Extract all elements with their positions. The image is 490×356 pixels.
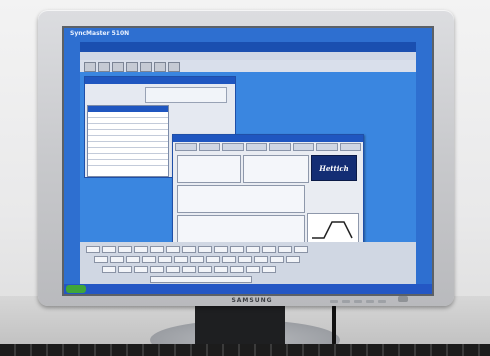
- key: [246, 246, 260, 253]
- window-titlebar: [80, 42, 416, 52]
- spacebar-key: [150, 276, 252, 283]
- key: [102, 246, 116, 253]
- monitor-control-button: [354, 300, 362, 303]
- monitor-control-button: [366, 300, 374, 303]
- key: [230, 246, 244, 253]
- photo: Hettich SyncMaster 510N SAMSUNG: [0, 0, 490, 356]
- settings-dialog: Hettich: [172, 134, 364, 254]
- dialog-tab: [339, 143, 361, 151]
- field-group: [177, 185, 305, 213]
- toolbar-button: [140, 62, 152, 72]
- table-row: [88, 160, 168, 166]
- key: [238, 256, 252, 263]
- start-button: [66, 285, 86, 293]
- monitor-screen: Hettich: [62, 26, 434, 296]
- data-table: [87, 105, 169, 177]
- key: [150, 266, 164, 273]
- key: [86, 246, 100, 253]
- power-button: [398, 296, 408, 302]
- key: [294, 246, 308, 253]
- field-group: [243, 155, 309, 183]
- toolbar-button: [84, 62, 96, 72]
- monitor-control-button: [330, 300, 338, 303]
- key: [166, 246, 180, 253]
- key: [94, 256, 108, 263]
- monitor-brand: SAMSUNG: [231, 297, 273, 304]
- monitor-control-button: [342, 300, 350, 303]
- dialog-tab: [245, 143, 267, 151]
- panel-titlebar: [85, 77, 235, 84]
- key: [198, 246, 212, 253]
- monitor-model-label: SyncMaster 510N: [70, 30, 130, 37]
- key: [214, 246, 228, 253]
- application-window: Hettich: [80, 52, 416, 254]
- toolbar-button: [98, 62, 110, 72]
- key: [262, 266, 276, 273]
- taskbar: [64, 284, 432, 294]
- key: [118, 246, 132, 253]
- software-logo: Hettich: [311, 155, 357, 181]
- key: [134, 246, 148, 253]
- dialog-tab: [292, 143, 314, 151]
- key: [286, 256, 300, 263]
- physical-keyboard: [0, 344, 490, 356]
- key: [222, 256, 236, 263]
- dialog-tab: [269, 143, 291, 151]
- key: [182, 246, 196, 253]
- toolbar-button: [168, 62, 180, 72]
- key: [102, 266, 116, 273]
- key: [206, 256, 220, 263]
- key: [190, 256, 204, 263]
- menu-bar: [80, 52, 416, 60]
- field-group: [177, 155, 241, 183]
- onscreen-keyboard: [80, 242, 416, 284]
- ramp-graph-icon: [312, 221, 353, 239]
- key: [126, 256, 140, 263]
- key: [166, 266, 180, 273]
- key: [158, 256, 172, 263]
- toolbar-button: [126, 62, 138, 72]
- key: [182, 266, 196, 273]
- key: [110, 256, 124, 263]
- key: [174, 256, 188, 263]
- toolbar-button: [112, 62, 124, 72]
- key: [230, 266, 244, 273]
- key: [262, 246, 276, 253]
- cable: [332, 305, 336, 345]
- key: [214, 266, 228, 273]
- key: [142, 256, 156, 263]
- key: [150, 246, 164, 253]
- dialog-titlebar: [173, 135, 363, 142]
- options-box: [145, 87, 227, 103]
- dialog-tab: [316, 143, 338, 151]
- software-logo-text: Hettich: [319, 163, 349, 173]
- dialog-tab: [222, 143, 244, 151]
- key: [118, 266, 132, 273]
- profile-graph: [307, 213, 359, 245]
- key: [246, 266, 260, 273]
- dialog-tab: [175, 143, 197, 151]
- toolbar: [80, 60, 416, 72]
- monitor-control-button: [378, 300, 386, 303]
- dialog-tab: [198, 143, 220, 151]
- key: [198, 266, 212, 273]
- key: [134, 266, 148, 273]
- toolbar-button: [154, 62, 166, 72]
- key: [270, 256, 284, 263]
- key: [254, 256, 268, 263]
- key: [278, 246, 292, 253]
- dialog-tabs: [175, 143, 361, 151]
